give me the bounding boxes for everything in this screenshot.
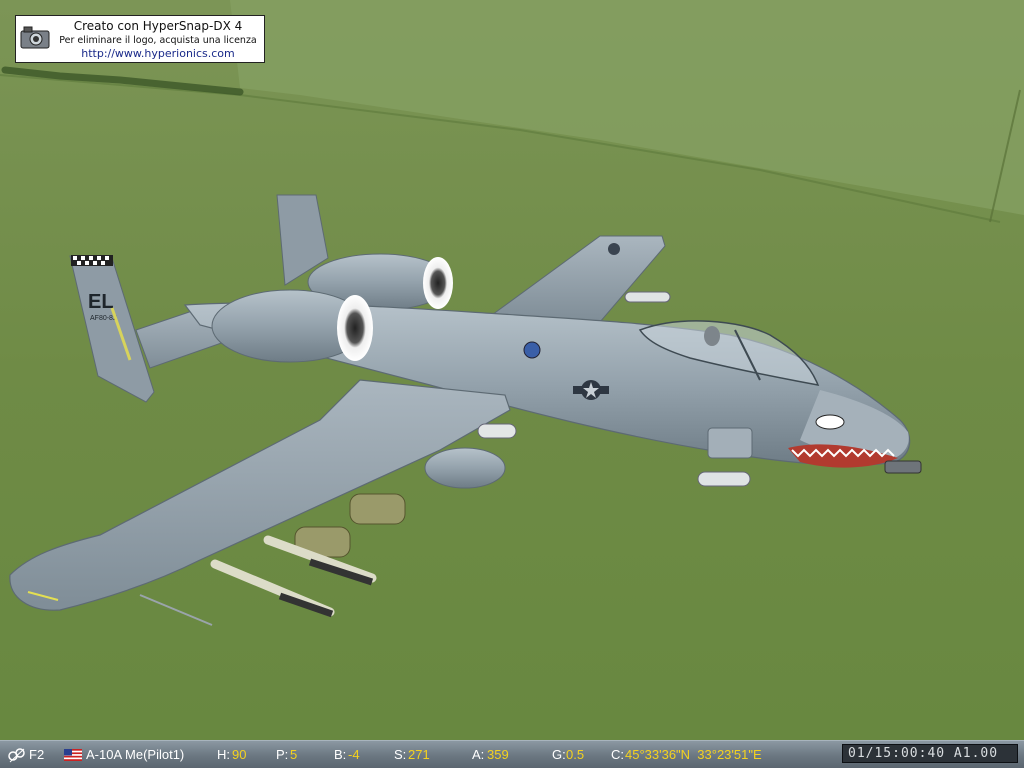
shark-eye xyxy=(815,414,845,430)
heading-label: H: xyxy=(217,747,230,762)
unit-badge xyxy=(523,341,541,359)
belly-pod xyxy=(477,423,517,439)
pitch-label: P: xyxy=(276,747,289,762)
gau8-gun xyxy=(884,460,922,474)
us-flag-icon xyxy=(64,749,82,761)
wing-roundel xyxy=(608,243,620,255)
tail-code: EL xyxy=(88,291,114,313)
speed-value: 271 xyxy=(408,747,430,762)
heading-value: 90 xyxy=(232,747,247,762)
landing-gear-pod xyxy=(424,447,506,489)
altitude-value: 359 xyxy=(487,747,509,762)
watermark-title: Creato con HyperSnap-DX 4 xyxy=(73,19,243,33)
watermark-url: http://www.hyperionics.com xyxy=(81,47,235,60)
speed-label: S: xyxy=(394,747,407,762)
camera-key: F2 xyxy=(29,747,45,762)
watermark-license-note: Per eliminare il logo, acquista una lice… xyxy=(59,35,257,46)
g-label: G: xyxy=(552,747,566,762)
g-value: 0.5 xyxy=(566,747,585,762)
unit-name: A-10A Me(Pilot1) xyxy=(86,747,185,762)
bank-value: -4 xyxy=(348,747,360,762)
tail-serial: AF80-82 xyxy=(90,315,117,322)
right-missile xyxy=(624,291,671,303)
fuselage-missile xyxy=(697,471,751,487)
pilot xyxy=(704,326,720,346)
pitch-value: 5 xyxy=(290,747,298,762)
mission-clock: 01/15:00:40 A1.00 xyxy=(842,744,1018,763)
coords-value: 45°33'36"N 33°23'51"E xyxy=(625,747,762,762)
camera-view-icon xyxy=(8,748,25,763)
left-engine-intake xyxy=(337,295,373,361)
coords-label: C: xyxy=(611,747,624,762)
bank-label: B: xyxy=(334,747,347,762)
right-engine-intake xyxy=(423,257,453,309)
altitude-label: A: xyxy=(472,747,485,762)
camera-icon xyxy=(20,26,50,49)
game-scene: EL AF80-82 xyxy=(0,0,1024,740)
landing-gear-fairing xyxy=(707,427,753,459)
hud-status-bar: F2 A-10A Me(Pilot1) H: 90 P: 5 B: -4 S: … xyxy=(0,740,1024,768)
hypersnap-watermark: Creato con HyperSnap-DX 4 Per eliminare … xyxy=(15,15,265,63)
